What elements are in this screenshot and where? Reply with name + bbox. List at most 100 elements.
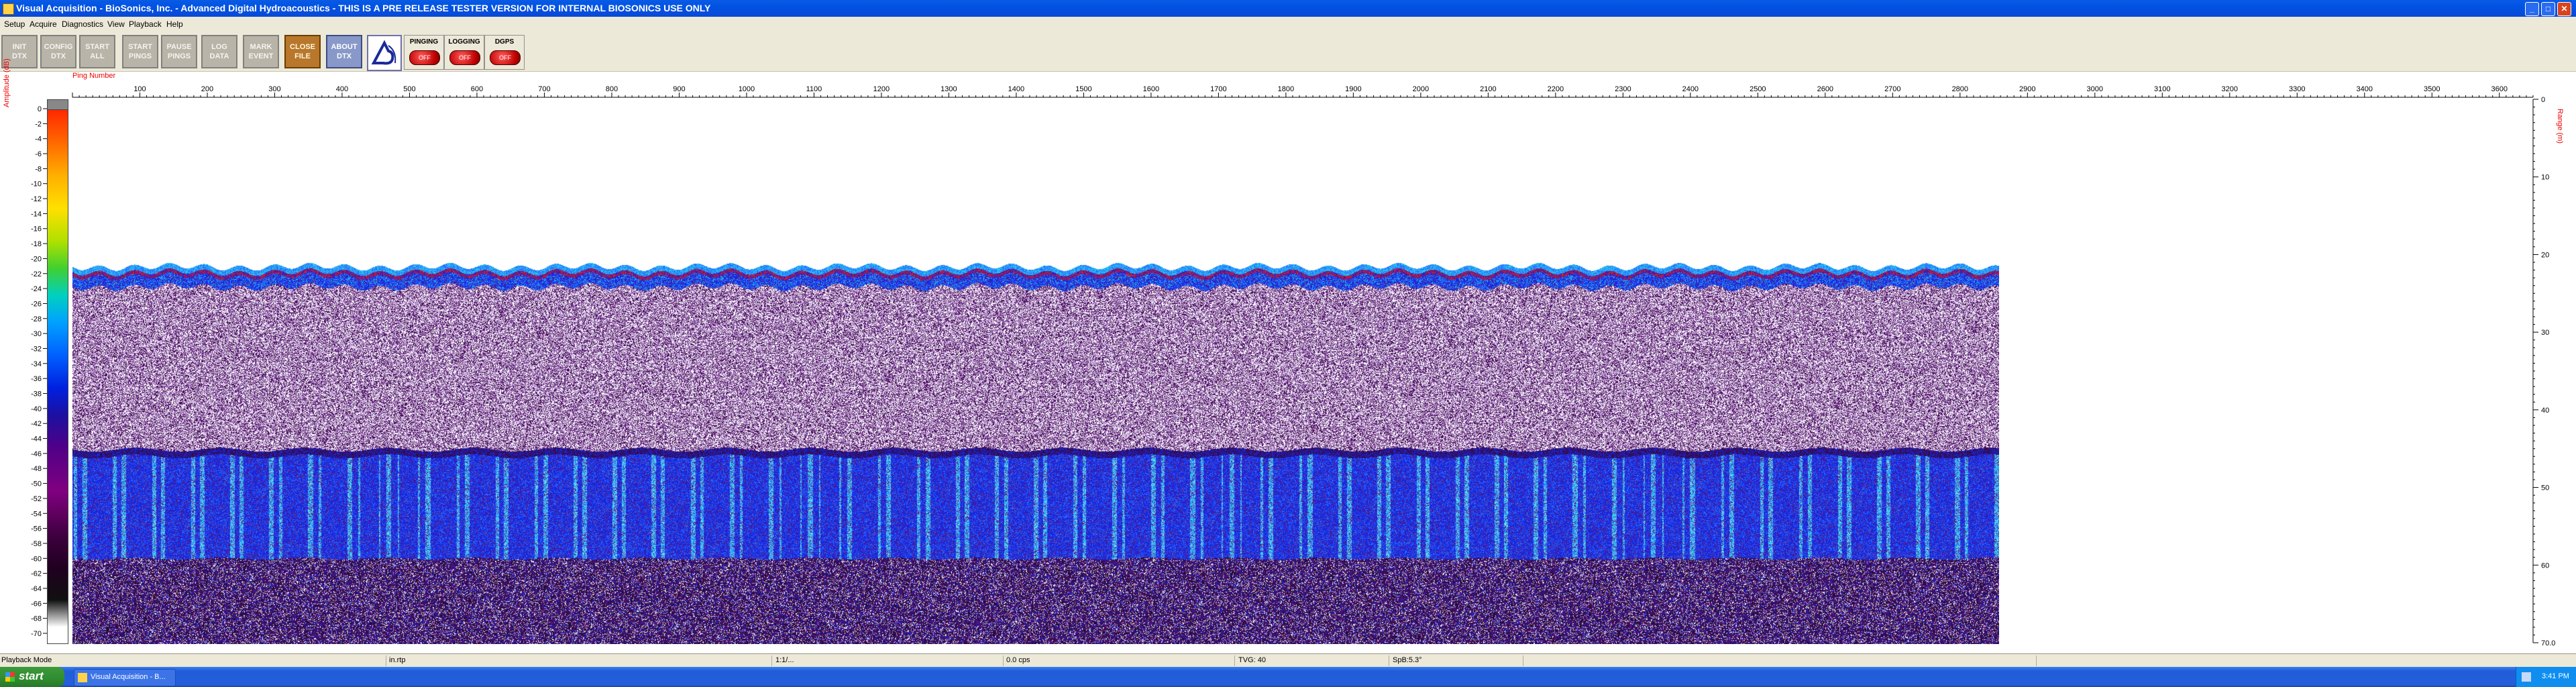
config-dtx-button[interactable]: CONFIG DTX	[40, 35, 76, 68]
ping-tick-label: 1000	[739, 85, 755, 93]
pinging-led: OFF	[409, 50, 440, 65]
start-button[interactable]: start	[0, 667, 64, 687]
status-bar: Playback Mode in.rtp 1:1/... 0.0 cps TVG…	[0, 653, 2576, 668]
logging-label: LOGGING	[448, 38, 480, 46]
start-label: start	[19, 670, 44, 682]
echogram-image[interactable]	[72, 99, 1999, 644]
amplitude-tick-label: -20	[31, 255, 42, 263]
range-tick-label: 40	[2541, 407, 2549, 415]
about-dtx-button[interactable]: ABOUT DTX	[326, 35, 362, 68]
status-tvg: TVG: 40	[1238, 656, 1266, 664]
ping-tick-label: 2400	[1682, 85, 1699, 93]
ping-tick-label: 3000	[2087, 85, 2103, 93]
ping-tick-label: 2700	[1884, 85, 1900, 93]
ping-tick-label: 1300	[941, 85, 957, 93]
close-button[interactable]: ✕	[2557, 2, 2571, 16]
ping-tick-label: 2300	[1615, 85, 1631, 93]
status-mode: Playback Mode	[1, 656, 52, 664]
ping-tick-label: 100	[133, 85, 146, 93]
mark-event-button[interactable]: MARK EVENT	[243, 35, 279, 68]
amplitude-tick-label: -30	[31, 330, 42, 338]
log-data-button[interactable]: LOG DATA	[201, 35, 237, 68]
menu-help[interactable]: Help	[166, 19, 183, 29]
ping-tick-label: 300	[268, 85, 280, 93]
ping-tick-label: 2000	[1413, 85, 1429, 93]
amplitude-tick-label: -40	[31, 405, 42, 413]
start-all-button[interactable]: START ALL	[79, 35, 115, 68]
ping-tick-label: 1500	[1075, 85, 1091, 93]
amplitude-tick-label: -8	[35, 165, 42, 173]
amplitude-tick-label: -28	[31, 315, 42, 323]
amplitude-tick-label: -10	[31, 180, 42, 189]
start-pings-button[interactable]: START PINGS	[122, 35, 158, 68]
ping-tick-label: 1700	[1210, 85, 1226, 93]
ping-tick-label: 200	[201, 85, 213, 93]
amplitude-tick-label: 0	[38, 105, 42, 113]
ping-tick-label: 3400	[2357, 85, 2373, 93]
ping-tick-label: 3100	[2154, 85, 2170, 93]
range-tick-label: 50	[2541, 484, 2549, 492]
ping-tick-label: 2200	[1548, 85, 1564, 93]
window-title: Visual Acquisition - BioSonics, Inc. - A…	[16, 3, 711, 13]
logging-led: OFF	[449, 50, 480, 65]
ping-tick-label: 2800	[1952, 85, 1968, 93]
minimize-button[interactable]: _	[2525, 2, 2539, 16]
amplitude-tick-label: -42	[31, 420, 42, 428]
amplitude-tick-label: -44	[31, 435, 42, 443]
network-icon[interactable]	[2522, 672, 2531, 682]
ping-tick-label: 1800	[1278, 85, 1294, 93]
ping-tick-label: 3200	[2222, 85, 2238, 93]
ping-tick-label: 2100	[1480, 85, 1496, 93]
status-separator	[771, 655, 772, 666]
maximize-button[interactable]: □	[2541, 2, 2555, 16]
menu-setup[interactable]: Setup	[4, 19, 25, 29]
ping-tick-label: 3300	[2289, 85, 2305, 93]
pause-pings-button[interactable]: PAUSE PINGS	[161, 35, 197, 68]
ping-tick-label: 3500	[2424, 85, 2440, 93]
range-max-label: 70.0	[2541, 639, 2555, 647]
biosonics-logo-icon	[371, 40, 396, 65]
taskbar-item-label: Visual Acquisition - B...	[91, 673, 166, 681]
dgps-label: DGPS	[494, 38, 515, 46]
pinging-indicator[interactable]: PINGING OFF	[404, 35, 444, 70]
close-file-button[interactable]: CLOSE FILE	[284, 35, 321, 68]
amplitude-tick-label: -54	[31, 510, 42, 518]
amplitude-tick-label: -52	[31, 495, 42, 503]
amplitude-tick-label: -16	[31, 225, 42, 233]
amplitude-tick-label: -14	[31, 210, 42, 218]
biosonics-logo-button[interactable]	[367, 35, 402, 71]
ping-tick-label: 500	[403, 85, 415, 93]
amplitude-tick-label: -66	[31, 600, 42, 608]
menu-playback[interactable]: Playback	[129, 19, 162, 29]
ping-tick-label: 900	[673, 85, 685, 93]
ping-tick-label: 2600	[1817, 85, 1833, 93]
ping-tick-label: 2500	[1750, 85, 1766, 93]
dgps-led: OFF	[490, 50, 521, 65]
clock: 3:41 PM	[2542, 672, 2569, 680]
amplitude-tick-label: -48	[31, 465, 42, 473]
range-tick-label: 20	[2541, 251, 2549, 259]
menu-diagnostics[interactable]: Diagnostics	[62, 19, 103, 29]
amplitude-tick-label: -38	[31, 390, 42, 399]
menu-bar: Setup Acquire Diagnostics View Playback …	[0, 17, 2576, 31]
menu-acquire[interactable]: Acquire	[30, 19, 57, 29]
amplitude-tick-label: -56	[31, 525, 42, 533]
amplitude-tick-label: -22	[31, 270, 42, 278]
ping-tick-label: 1900	[1345, 85, 1361, 93]
status-ping-rate: 0.0 cps	[1006, 656, 1030, 664]
amplitude-tick-label: -70	[31, 630, 42, 638]
range-tick-label: 0	[2541, 96, 2545, 104]
app-icon	[3, 3, 14, 15]
taskbar-item-visual-acquisition[interactable]: Visual Acquisition - B...	[74, 669, 176, 686]
status-separator	[2036, 655, 2037, 666]
range-tick-label: 10	[2541, 174, 2549, 182]
range-tick-label: 30	[2541, 329, 2549, 337]
menu-view[interactable]: View	[107, 19, 125, 29]
logging-indicator[interactable]: LOGGING OFF	[444, 35, 484, 70]
amplitude-tick-label: -6	[35, 150, 42, 158]
amplitude-tick-label: -68	[31, 615, 42, 623]
amplitude-tick-label: -50	[31, 480, 42, 488]
ping-tick-label: 3600	[2491, 85, 2508, 93]
dgps-indicator[interactable]: DGPS OFF	[484, 35, 525, 70]
status-separator	[1003, 655, 1004, 666]
